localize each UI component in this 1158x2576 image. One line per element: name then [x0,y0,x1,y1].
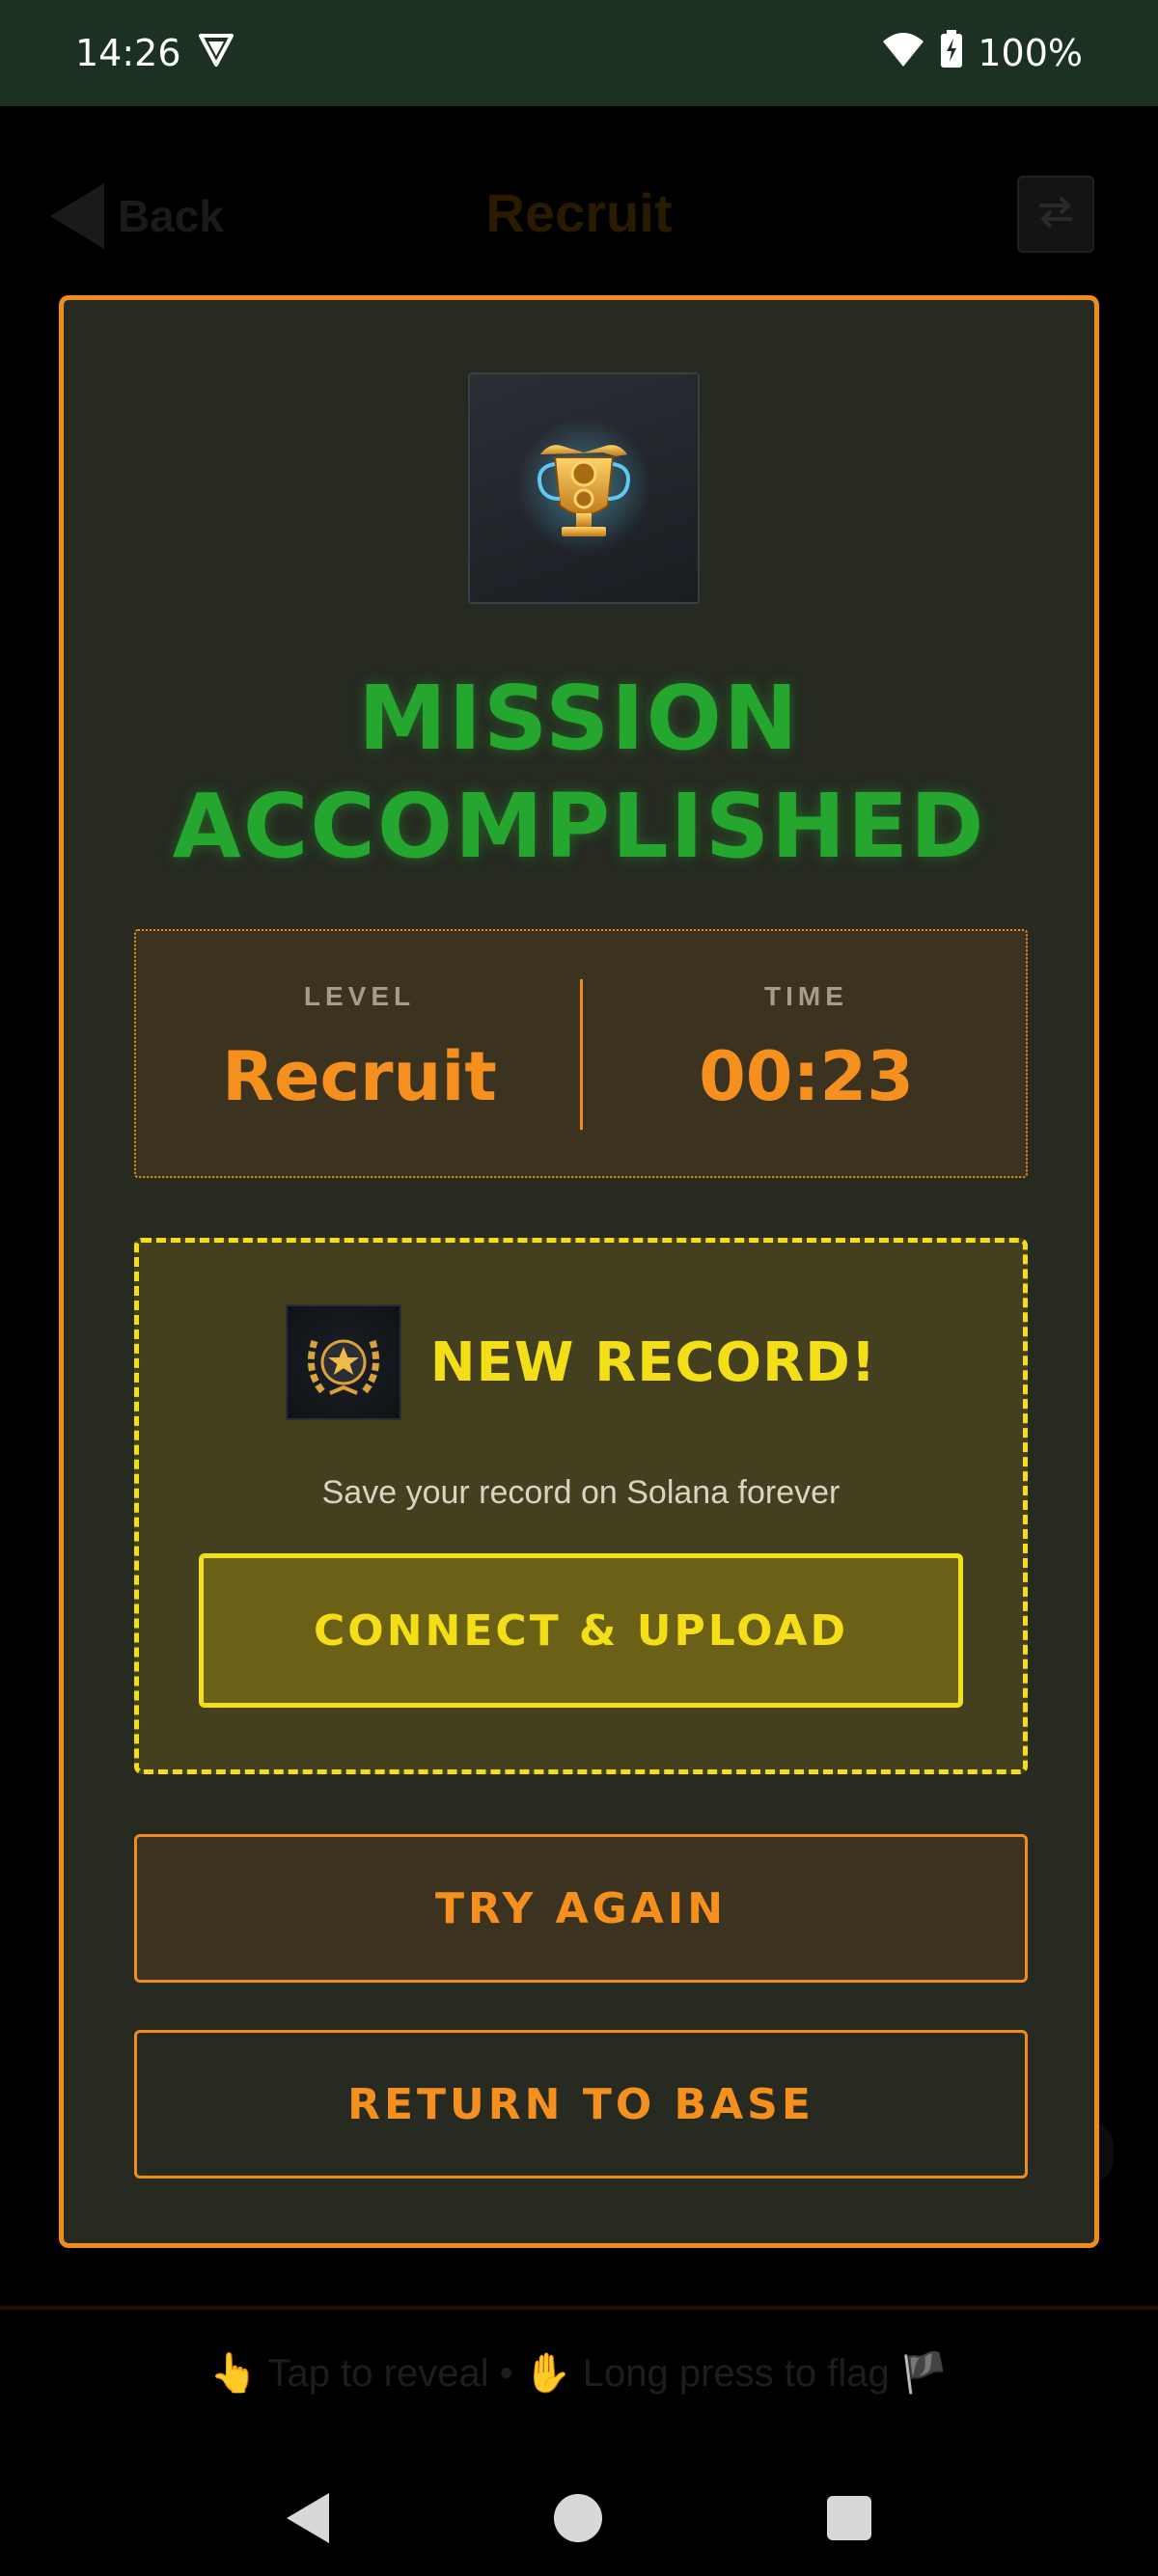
mission-result-modal: MISSION ACCOMPLISHED LEVEL Recruit TIME … [59,295,1099,2248]
header-title: Recruit [485,182,673,243]
battery-percent: 100% [978,32,1083,74]
time-stat: TIME 00:23 [583,931,1030,1176]
mission-title: MISSION ACCOMPLISHED [64,665,1094,881]
status-left: 14:26 [75,30,235,77]
record-header: NEW RECORD! [139,1304,1023,1420]
time-label: TIME [764,981,848,1011]
battery-charging-icon [939,29,964,78]
new-record-box: NEW RECORD! Save your record on Solana f… [134,1238,1028,1774]
divider [0,2306,1158,2310]
new-record-title: NEW RECORD! [429,1330,877,1394]
mission-title-line1: MISSION [358,667,800,770]
try-again-button[interactable]: TRY AGAIN [134,1834,1028,1983]
laurel-star-medal-icon [285,1304,401,1420]
record-subtitle: Save your record on Solana forever [321,1474,841,1511]
status-right: 100% [881,29,1083,78]
nav-home-icon[interactable] [553,2494,602,2542]
stats-box: LEVEL Recruit TIME 00:23 [134,929,1028,1178]
gesture-hint: 👆 Tap to reveal • ✋ Long press to flag 🏴 [209,2352,949,2395]
mission-title-line2: ACCOMPLISHED [172,775,986,878]
system-nav-bar [0,2460,1158,2576]
level-stat: LEVEL Recruit [136,931,583,1176]
level-label: LEVEL [303,981,416,1011]
swap-icon [1032,188,1080,241]
trophy-image [468,372,700,604]
swap-button[interactable] [1017,176,1094,253]
level-value: Recruit [222,1037,497,1116]
trophy-icon [511,414,656,563]
nav-recents-icon[interactable] [827,2496,872,2540]
status-bar: 14:26 100% [0,0,1158,106]
return-to-base-button[interactable]: RETURN TO BASE [134,2030,1028,2179]
vpn-shield-icon [197,30,235,77]
wifi-icon [881,30,925,77]
time-value: 00:23 [699,1037,914,1116]
connect-upload-button[interactable]: CONNECT & UPLOAD [199,1553,963,1708]
app-header: Back Recruit [0,145,1158,280]
nav-back-icon[interactable] [286,2493,329,2543]
status-time: 14:26 [75,32,181,74]
